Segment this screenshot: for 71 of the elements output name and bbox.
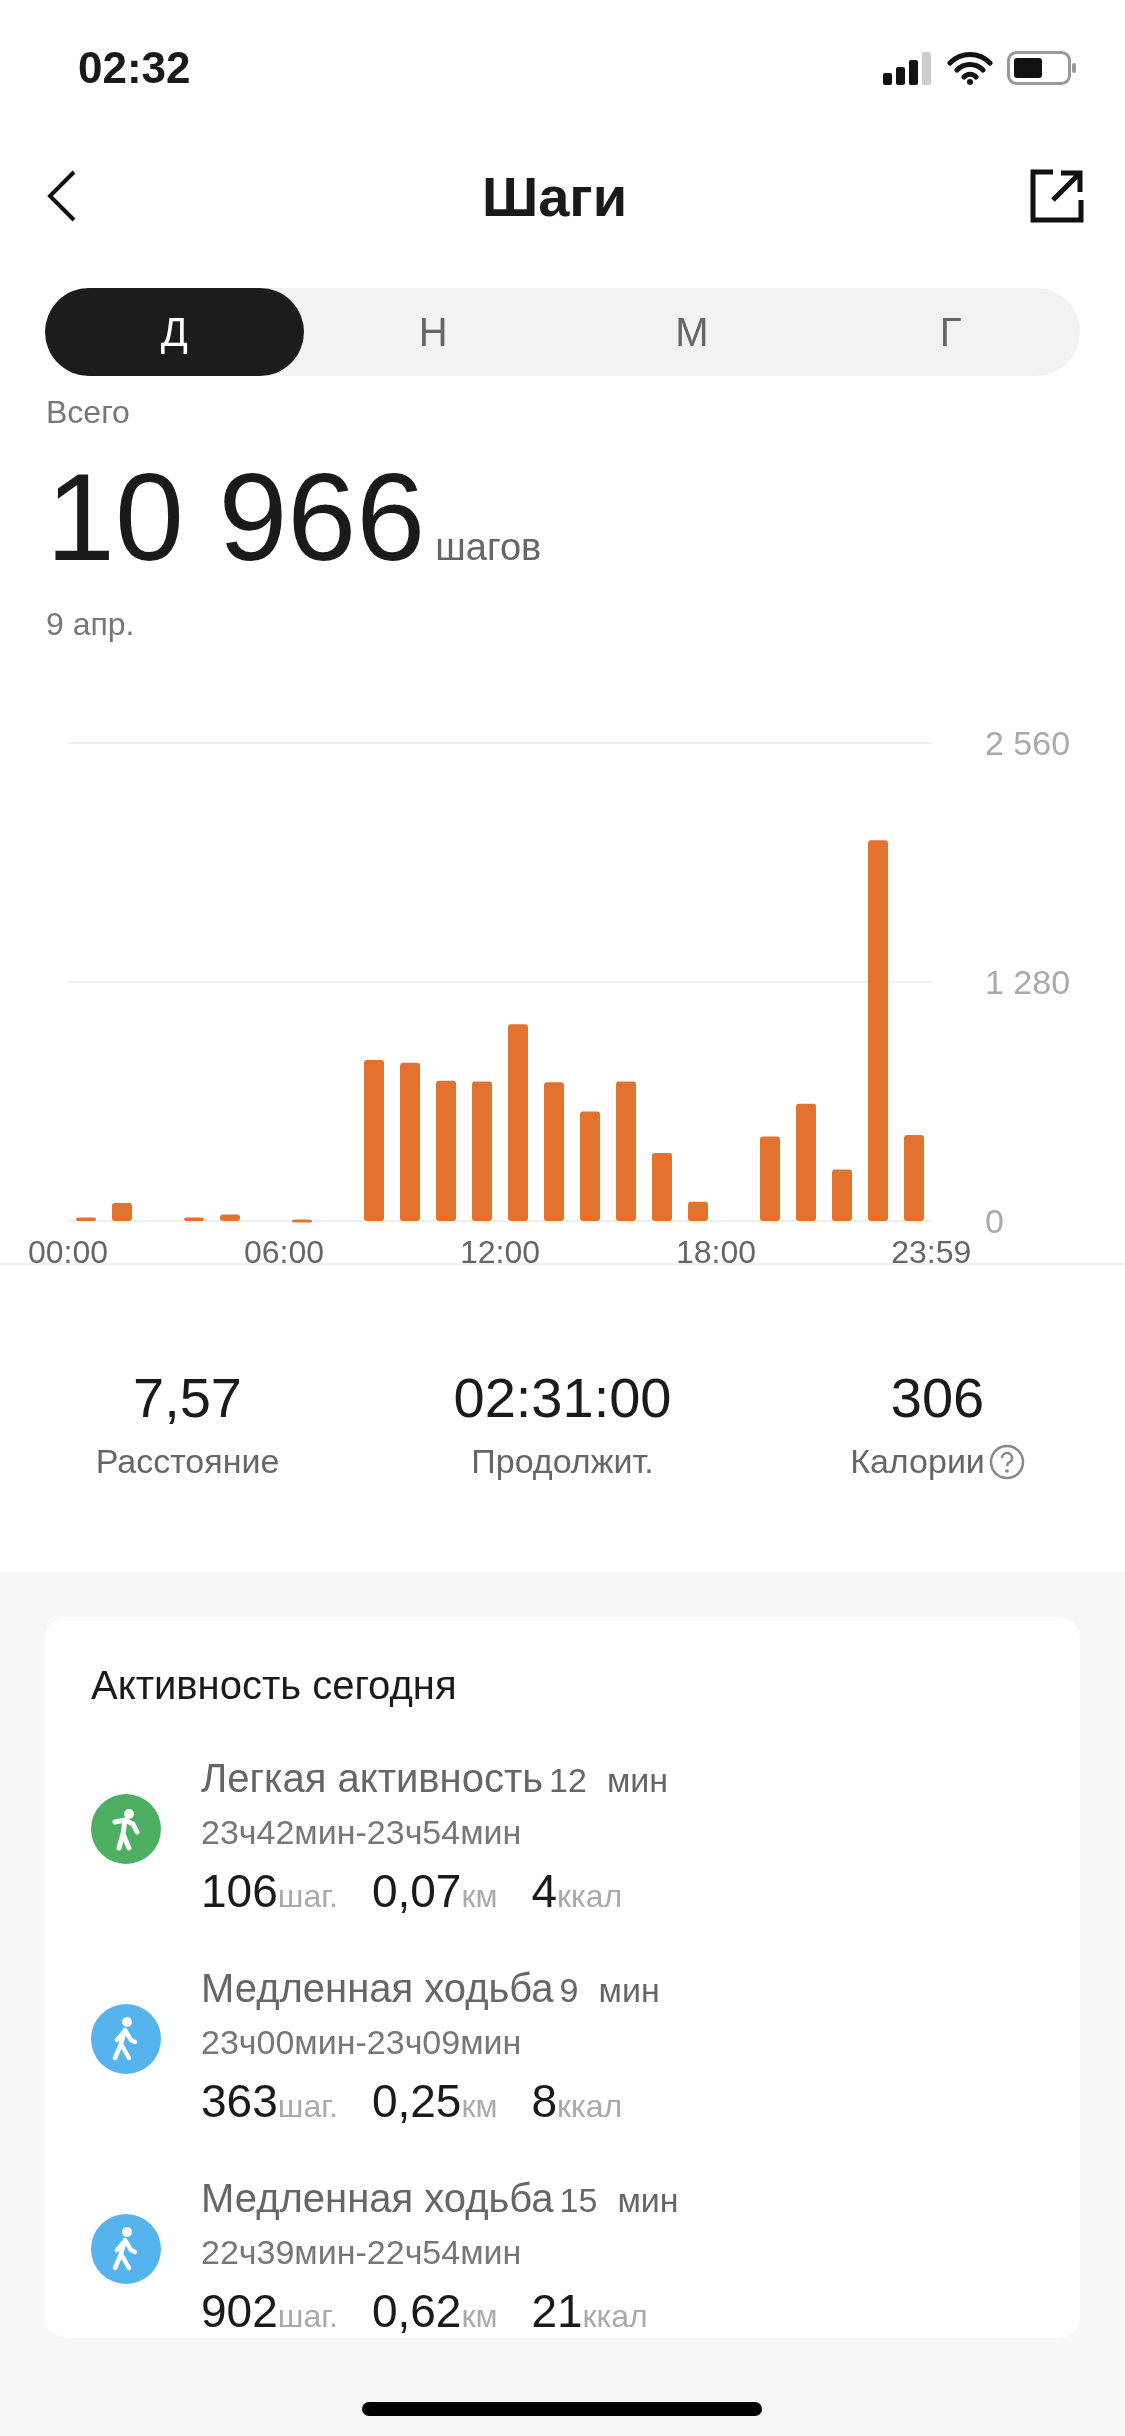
axis-label: 0 xyxy=(985,1202,1004,1241)
distance-unit: км xyxy=(461,2298,498,2336)
axis-label: 00:00 xyxy=(27,1234,109,1264)
bar xyxy=(688,1201,708,1222)
distance-value: 0,62 xyxy=(371,2284,462,2339)
bar xyxy=(832,1169,852,1222)
axis-label: 2 560 xyxy=(985,724,1071,763)
time-range: 23ч00мин-23ч09мин xyxy=(201,2023,523,2063)
period-tab[interactable]: М xyxy=(562,288,822,376)
distance-unit: км xyxy=(461,1878,498,1916)
bar xyxy=(652,1153,672,1222)
calories-unit: ккал xyxy=(557,1878,623,1916)
axis-label: 23:59 xyxy=(891,1234,972,1264)
stat-value: 7,57 xyxy=(133,1365,242,1431)
calories-unit: ккал xyxy=(557,2088,623,2126)
page-title: Шаги xyxy=(481,163,628,229)
time-range: 23ч42мин-23ч54мин xyxy=(201,1813,523,1853)
activity-icon xyxy=(91,1794,161,1865)
bar xyxy=(184,1217,204,1222)
stat-label: Продолжит. xyxy=(471,1442,654,1482)
help-icon[interactable] xyxy=(988,1443,1025,1480)
wifi-icon xyxy=(947,51,993,85)
activity-icon xyxy=(91,2004,161,2075)
period-tab[interactable]: Д xyxy=(45,288,304,376)
stat-label: Калории xyxy=(850,1442,985,1482)
card-title: Активность сегодня xyxy=(91,1663,458,1709)
activity-name: Медленная ходьба xyxy=(201,2176,554,2222)
bar xyxy=(292,1219,312,1223)
duration-value: 12 xyxy=(549,1761,587,1801)
stat-label: Расстояние xyxy=(95,1442,280,1482)
axis-label: 1 280 xyxy=(985,963,1071,1002)
period-tab[interactable]: Н xyxy=(303,288,563,376)
calories-value: 4 xyxy=(531,1864,557,1919)
signal-icon xyxy=(883,51,933,85)
steps-unit: шаг. xyxy=(277,2088,338,2126)
date-label: 9 апр. xyxy=(46,606,136,644)
steps-value: 902 xyxy=(201,2284,278,2339)
bar xyxy=(112,1203,132,1222)
distance-unit: км xyxy=(461,2088,498,2126)
duration-unit: мин xyxy=(598,1971,660,2011)
duration-value: 15 xyxy=(559,2181,598,2221)
time-range: 22ч39мин-22ч54мин xyxy=(201,2233,523,2273)
axis-label: 06:00 xyxy=(243,1234,325,1264)
duration-unit: мин xyxy=(606,1761,669,1801)
axis-label: 12:00 xyxy=(459,1234,541,1264)
stat-value: 02:31:00 xyxy=(453,1365,672,1431)
activity-name: Медленная ходьба xyxy=(201,1966,554,2012)
calories-value: 21 xyxy=(531,2284,583,2339)
step-total: 10 966 xyxy=(46,447,426,588)
steps-value: 363 xyxy=(201,2074,278,2129)
activity-name: Легкая активность xyxy=(201,1756,544,1802)
activity-icon xyxy=(91,2214,161,2285)
calories-unit: ккал xyxy=(582,2298,648,2336)
battery-icon xyxy=(1007,51,1077,85)
duration-unit: мин xyxy=(617,2181,679,2221)
step-unit: шагов xyxy=(435,526,542,569)
share-icon[interactable] xyxy=(1029,168,1085,224)
steps-unit: шаг. xyxy=(277,1878,338,1916)
stat-value: 306 xyxy=(890,1365,985,1431)
steps-unit: шаг. xyxy=(277,2298,338,2336)
bar xyxy=(220,1214,240,1222)
total-label: Всего xyxy=(46,394,131,431)
status-time: 02:32 xyxy=(78,43,191,93)
calories-value: 8 xyxy=(531,2074,557,2129)
distance-value: 0,07 xyxy=(371,1864,462,1919)
period-tab[interactable]: Г xyxy=(821,288,1080,376)
bar xyxy=(76,1217,96,1222)
duration-value: 9 xyxy=(559,1971,579,2011)
steps-value: 106 xyxy=(201,1864,278,1919)
distance-value: 0,25 xyxy=(371,2074,462,2129)
axis-label: 18:00 xyxy=(675,1234,757,1264)
